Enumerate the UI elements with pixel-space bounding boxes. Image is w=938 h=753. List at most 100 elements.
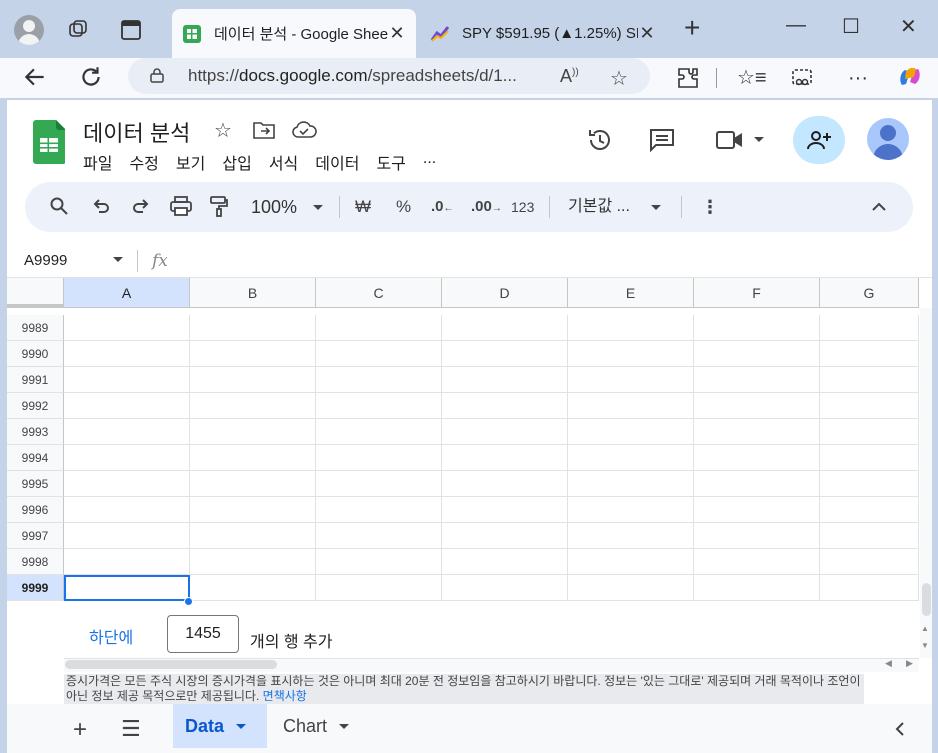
grid-cell[interactable] — [190, 393, 316, 419]
name-box-chevron-down-icon[interactable] — [113, 257, 123, 262]
scroll-down-arrow-icon[interactable]: ▼ — [921, 641, 929, 650]
sheet-tab-data[interactable]: Data — [173, 704, 267, 748]
lock-icon[interactable] — [150, 67, 164, 83]
minimize-button[interactable]: — — [786, 14, 806, 37]
search-icon[interactable] — [49, 196, 69, 216]
move-folder-icon[interactable] — [253, 120, 275, 140]
grid-cell[interactable] — [442, 367, 568, 393]
zoom-chevron-down-icon[interactable] — [313, 205, 323, 210]
grid-cell[interactable] — [442, 315, 568, 341]
spreadsheet-grid[interactable]: A B C D E F G 9989 9990 9991 9992 9993 9994 9995 9996 9… — [7, 278, 919, 606]
grid-cell[interactable] — [190, 341, 316, 367]
grid-cell[interactable] — [694, 445, 820, 471]
favorite-star-icon[interactable]: ☆ — [610, 66, 628, 91]
grid-cell[interactable] — [694, 419, 820, 445]
grid-cell[interactable] — [442, 393, 568, 419]
row-header[interactable]: 9991 — [7, 367, 64, 393]
grid-cell[interactable] — [64, 341, 190, 367]
share-button[interactable] — [793, 116, 845, 164]
tab-google-sheets[interactable]: 데이터 분석 - Google Sheets ✕ — [172, 9, 416, 58]
grid-cell[interactable] — [64, 471, 190, 497]
grid-cell[interactable] — [442, 341, 568, 367]
row-header[interactable]: 9996 — [7, 497, 64, 523]
grid-cell[interactable] — [568, 523, 694, 549]
column-header-d[interactable]: D — [442, 278, 568, 308]
horizontal-scrollbar-thumb[interactable] — [65, 660, 277, 669]
grid-cell[interactable] — [316, 471, 442, 497]
row-header[interactable]: 9992 — [7, 393, 64, 419]
grid-cell[interactable] — [316, 575, 442, 601]
grid-cell[interactable] — [694, 341, 820, 367]
grid-cell[interactable] — [316, 341, 442, 367]
grid-cell[interactable] — [820, 471, 919, 497]
grid-cell[interactable] — [694, 497, 820, 523]
add-rows-count-input[interactable]: 1455 — [167, 615, 239, 653]
read-aloud-icon[interactable]: A)) — [560, 66, 579, 87]
screenshot-icon[interactable] — [790, 66, 814, 90]
document-title[interactable]: 데이터 분석 — [83, 116, 190, 148]
grid-cell[interactable] — [190, 367, 316, 393]
grid-cell[interactable] — [316, 445, 442, 471]
favorites-icon[interactable]: ☆≡ — [737, 64, 767, 92]
grid-cell[interactable] — [316, 497, 442, 523]
row-header[interactable]: 9995 — [7, 471, 64, 497]
menu-format[interactable]: 서식 — [269, 150, 298, 174]
grid-cell[interactable] — [316, 367, 442, 393]
grid-cell[interactable] — [568, 471, 694, 497]
comments-icon[interactable] — [649, 127, 675, 153]
account-avatar[interactable] — [867, 118, 909, 160]
more-menu-icon[interactable]: ··· — [848, 64, 868, 92]
grid-cell[interactable] — [442, 419, 568, 445]
grid-cell[interactable] — [442, 523, 568, 549]
grid-cell[interactable] — [568, 575, 694, 601]
grid-cell[interactable] — [316, 523, 442, 549]
grid-cell[interactable] — [694, 523, 820, 549]
paint-format-icon[interactable] — [209, 195, 229, 217]
grid-cell[interactable] — [64, 549, 190, 575]
chevron-up-icon[interactable] — [871, 199, 887, 215]
add-rows-button[interactable]: 하단에 — [89, 624, 133, 648]
grid-cell[interactable] — [64, 497, 190, 523]
grid-cell[interactable] — [568, 315, 694, 341]
menu-data[interactable]: 데이터 — [315, 150, 359, 174]
percent-format-button[interactable]: % — [396, 196, 411, 218]
grid-cell[interactable] — [442, 497, 568, 523]
more-options-icon[interactable]: ⋮ — [701, 196, 719, 218]
address-bar[interactable]: https://docs.google.com/spreadsheets/d/1… — [128, 58, 650, 94]
copilot-icon[interactable] — [896, 63, 924, 91]
grid-cell[interactable] — [442, 471, 568, 497]
grid-cell[interactable] — [820, 549, 919, 575]
grid-cell[interactable] — [316, 549, 442, 575]
meet-icon[interactable] — [715, 128, 745, 152]
number-format-button[interactable]: 123 — [511, 196, 534, 218]
redo-icon[interactable] — [131, 196, 151, 216]
decrease-decimal-button[interactable]: .0← — [431, 196, 454, 220]
grid-cell[interactable] — [568, 549, 694, 575]
scroll-left-arrow-icon[interactable]: ◀ — [885, 658, 892, 669]
column-header-b[interactable]: B — [190, 278, 316, 308]
menu-tools[interactable]: 도구 — [376, 150, 405, 174]
grid-cell[interactable] — [316, 393, 442, 419]
grid-cell[interactable] — [820, 523, 919, 549]
grid-cell[interactable] — [568, 445, 694, 471]
back-icon[interactable] — [22, 64, 48, 90]
grid-cell[interactable] — [820, 341, 919, 367]
grid-cell[interactable] — [190, 471, 316, 497]
grid-cell[interactable] — [820, 575, 919, 601]
grid-cell[interactable] — [568, 419, 694, 445]
grid-cell[interactable] — [820, 393, 919, 419]
profile-avatar[interactable] — [14, 15, 44, 45]
zoom-select[interactable]: 100% — [251, 196, 297, 218]
close-tab-icon[interactable]: ✕ — [638, 23, 656, 44]
row-header[interactable]: 9999 — [7, 575, 64, 601]
grid-cell[interactable] — [190, 445, 316, 471]
grid-cell[interactable] — [190, 315, 316, 341]
grid-cell[interactable] — [568, 341, 694, 367]
sheets-logo-icon[interactable] — [33, 120, 65, 164]
grid-cell[interactable] — [190, 523, 316, 549]
menu-insert[interactable]: 삽입 — [222, 150, 251, 174]
chevron-left-icon[interactable] — [894, 722, 906, 736]
grid-cell[interactable] — [190, 419, 316, 445]
new-tab-button[interactable]: + — [684, 14, 700, 42]
grid-cell[interactable] — [568, 393, 694, 419]
